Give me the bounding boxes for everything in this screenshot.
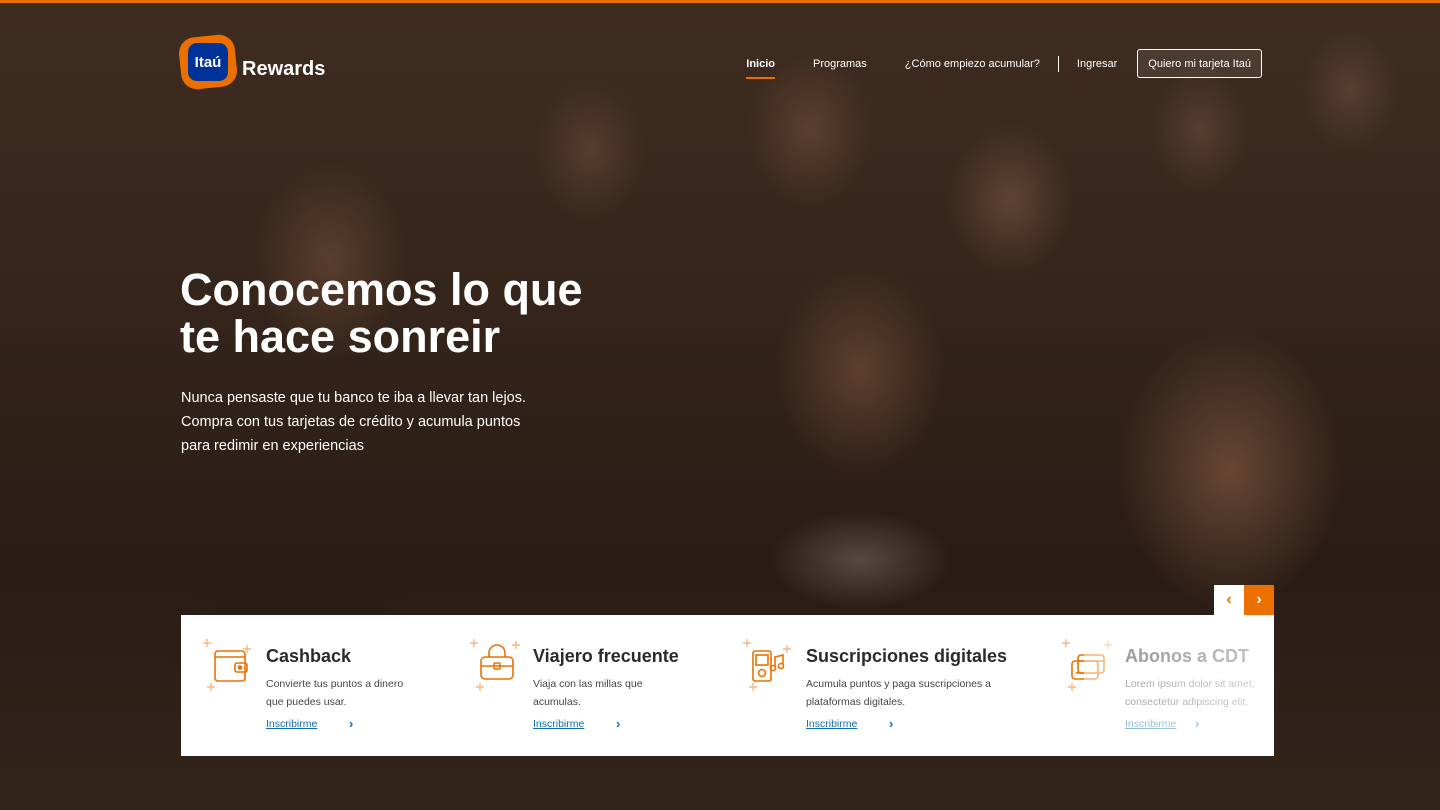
- hero-title: Conocemos lo que te hace sonreir: [180, 266, 640, 360]
- get-card-button[interactable]: Quiero mi tarjeta Itaú: [1137, 49, 1262, 78]
- hero-description: Nunca pensaste que tu banco te iba a lle…: [181, 386, 561, 458]
- hero-text-line: para redimir en experiencias: [181, 438, 364, 454]
- programs-carousel: Cashback Convierte tus puntos a dinero q…: [181, 615, 1274, 756]
- enroll-link[interactable]: Inscribirme: [533, 718, 584, 730]
- itau-logo-badge: Itaú: [177, 33, 239, 91]
- media-player-icon: [743, 639, 791, 691]
- nav-programas[interactable]: Programas: [813, 58, 867, 70]
- hero-text-line: Compra con tus tarjetas de crédito y acu…: [181, 414, 521, 430]
- top-accent-bar: [0, 0, 1440, 3]
- card-desc-line: Acumula puntos y paga suscripciones a: [806, 678, 992, 690]
- program-card-viajero[interactable]: Viajero frecuente Viaja con las millas q…: [468, 615, 738, 756]
- enroll-link[interactable]: Inscribirme: [266, 718, 317, 730]
- nav-como-empiezo[interactable]: ¿Cómo empiezo acumular?: [905, 58, 1040, 70]
- enroll-link[interactable]: Inscribirme: [806, 718, 857, 730]
- chevron-right-icon[interactable]: ›: [1195, 716, 1199, 731]
- card-desc-line: Viaja con las millas que: [533, 678, 643, 690]
- card-desc-line: plataformas digitales.: [806, 696, 906, 708]
- card-description: Viaja con las millas que acumulas.: [533, 675, 698, 711]
- card-desc-line: Lorem ipsum dolor sit amet,: [1125, 678, 1255, 690]
- main-nav: Inicio Programas ¿Cómo empiezo acumular?…: [746, 49, 1262, 79]
- card-desc-line: que puedes usar.: [266, 696, 347, 708]
- wallet-icon: [203, 639, 251, 691]
- card-description: Lorem ipsum dolor sit amet, consectetur …: [1125, 675, 1274, 711]
- hero-text-line: Nunca pensaste que tu banco te iba a lle…: [181, 390, 527, 406]
- nav-divider: [1057, 55, 1059, 72]
- login-link[interactable]: Ingresar: [1077, 58, 1117, 70]
- card-title: Suscripciones digitales: [806, 646, 1008, 666]
- chevron-left-icon[interactable]: ‹: [1214, 585, 1244, 615]
- card-desc-line: Convierte tus puntos a dinero: [266, 678, 404, 690]
- chevron-right-icon[interactable]: ›: [889, 716, 893, 731]
- chevron-right-icon[interactable]: ›: [349, 716, 353, 731]
- cards-icon: [1062, 639, 1112, 691]
- card-desc-line: consectetur adipiscing elit.: [1125, 696, 1249, 708]
- carousel-controls: ‹ ›: [1214, 585, 1274, 615]
- rewards-wordmark: Rewards: [242, 57, 326, 80]
- itau-rewards-logo[interactable]: Itaú Rewards: [177, 33, 326, 91]
- enroll-link[interactable]: Inscribirme: [1125, 718, 1176, 730]
- card-description: Acumula puntos y paga suscripciones a pl…: [806, 675, 1016, 711]
- card-description: Convierte tus puntos a dinero que puedes…: [266, 675, 431, 711]
- hero-title-line: te hace sonreir: [180, 311, 501, 362]
- itau-logo-text: Itaú: [188, 43, 228, 81]
- program-card-cashback[interactable]: Cashback Convierte tus puntos a dinero q…: [201, 615, 461, 756]
- hero-title-line: Conocemos lo que: [180, 264, 583, 315]
- card-title: Cashback: [266, 646, 352, 666]
- chevron-right-icon[interactable]: ›: [1244, 585, 1274, 615]
- program-card-cdt[interactable]: Abonos a CDT Lorem ipsum dolor sit amet,…: [1060, 615, 1274, 756]
- program-card-suscripciones[interactable]: Suscripciones digitales Acumula puntos y…: [741, 615, 1041, 756]
- chevron-right-icon[interactable]: ›: [616, 716, 620, 731]
- suitcase-icon: [470, 639, 520, 691]
- nav-inicio[interactable]: Inicio: [746, 58, 775, 79]
- card-title: Abonos a CDT: [1125, 646, 1249, 666]
- card-desc-line: acumulas.: [533, 696, 581, 708]
- card-title: Viajero frecuente: [533, 646, 679, 666]
